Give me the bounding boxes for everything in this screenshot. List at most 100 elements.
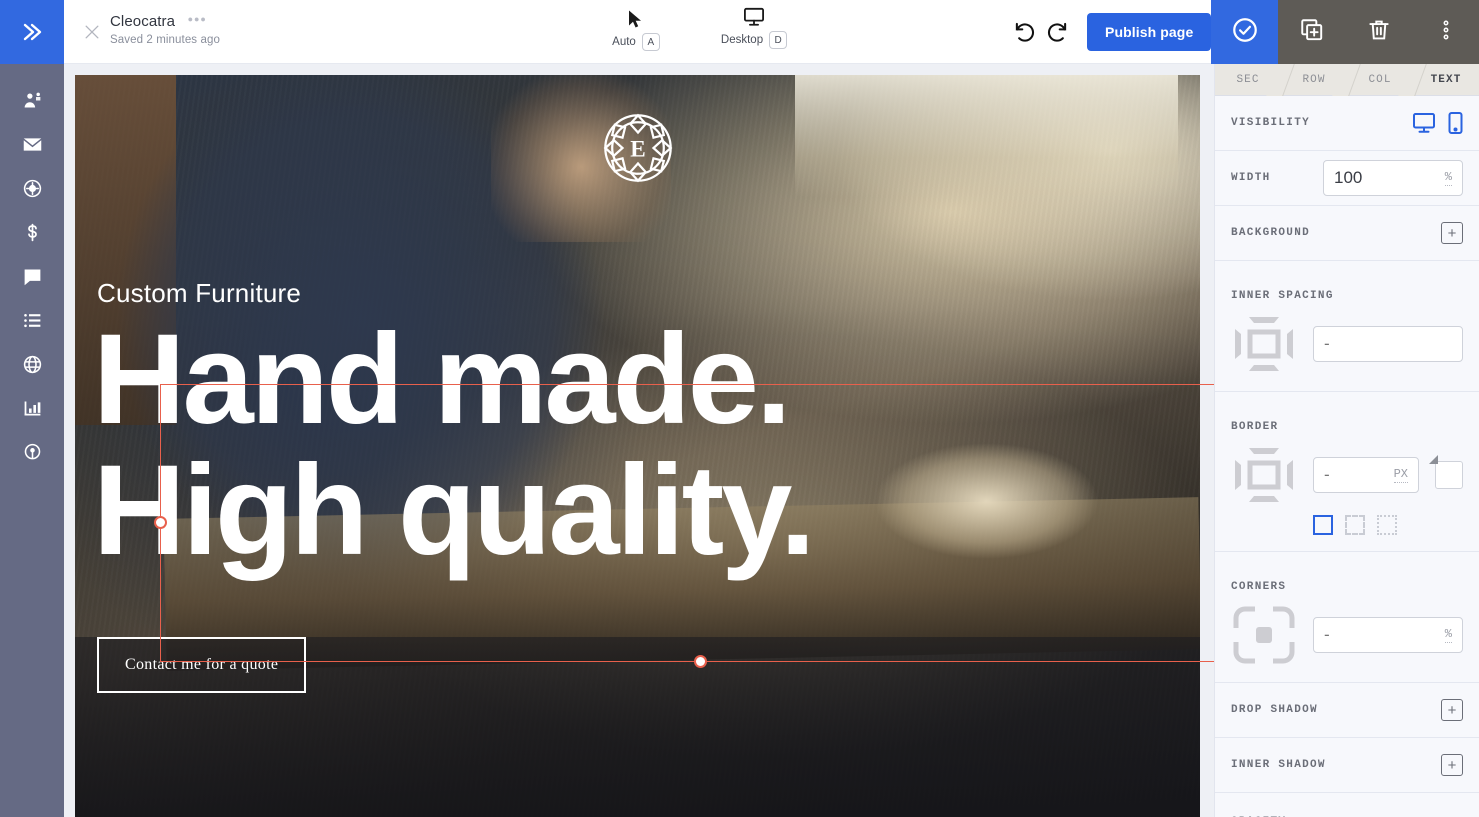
border-style-solid[interactable] bbox=[1313, 515, 1333, 535]
inner-shadow-label: INNER SHADOW bbox=[1231, 759, 1326, 771]
hero-cta-button[interactable]: Contact me for a quote bbox=[97, 637, 307, 693]
braided-circle-emblem-icon[interactable]: E bbox=[595, 105, 681, 191]
border-style-dotted[interactable] bbox=[1377, 515, 1397, 535]
inner-spacing-field[interactable] bbox=[1313, 326, 1463, 362]
corners-input[interactable] bbox=[1324, 625, 1439, 645]
duplicate-button[interactable] bbox=[1278, 0, 1345, 64]
hero-section[interactable]: E Custom Furniture Hand made. High quali… bbox=[75, 75, 1200, 817]
sidebar-item-deals[interactable] bbox=[0, 210, 64, 254]
border-width-field[interactable]: PX bbox=[1313, 457, 1419, 493]
sidebar-items bbox=[0, 64, 64, 474]
border-style-dashed[interactable] bbox=[1345, 515, 1365, 535]
auto-mode-label: Auto bbox=[612, 36, 636, 48]
inner-shadow-section: INNER SHADOW + bbox=[1215, 738, 1479, 793]
visibility-desktop-toggle[interactable] bbox=[1412, 112, 1436, 134]
envelope-icon bbox=[22, 134, 43, 155]
plus-icon: + bbox=[1447, 756, 1457, 774]
hero-headline-line-2: High quality. bbox=[93, 438, 816, 582]
publish-page-button[interactable]: Publish page bbox=[1087, 13, 1212, 51]
page-canvas[interactable]: E Custom Furniture Hand made. High quali… bbox=[64, 64, 1214, 817]
bar-chart-icon bbox=[22, 398, 43, 419]
breadcrumb: SEC ROW COL TEXT bbox=[1215, 64, 1479, 96]
border-width-input[interactable] bbox=[1324, 465, 1388, 485]
drop-shadow-label: DROP SHADOW bbox=[1231, 704, 1318, 716]
page-title-block: Cleocatra ●●● Saved 2 minutes ago bbox=[110, 13, 220, 46]
save-status: Saved 2 minutes ago bbox=[110, 34, 220, 46]
sidebar-item-lists[interactable] bbox=[0, 298, 64, 342]
border-label: BORDER bbox=[1231, 421, 1279, 433]
left-sidebar bbox=[0, 0, 64, 817]
border-color-swatch[interactable] bbox=[1435, 461, 1463, 489]
desktop-mode-label: Desktop bbox=[720, 34, 764, 46]
border-unit: PX bbox=[1393, 467, 1408, 483]
visibility-label: VISIBILITY bbox=[1231, 117, 1311, 129]
check-circle-icon bbox=[1231, 16, 1259, 49]
inner-spacing-box-icon[interactable] bbox=[1231, 313, 1297, 375]
emblem-letter: E bbox=[630, 137, 646, 163]
add-drop-shadow-button[interactable]: + bbox=[1441, 699, 1463, 721]
delete-button[interactable] bbox=[1345, 0, 1412, 64]
title-menu-icon[interactable]: ●●● bbox=[188, 14, 207, 24]
opacity-section: OPACITY bbox=[1215, 793, 1479, 817]
close-editor-button[interactable] bbox=[78, 18, 106, 46]
plus-icon: + bbox=[1447, 701, 1457, 719]
desktop-mode-toggle[interactable]: Desktop D bbox=[654, 6, 854, 49]
breadcrumb-sec[interactable]: SEC bbox=[1215, 64, 1281, 95]
add-inner-shadow-button[interactable]: + bbox=[1441, 754, 1463, 776]
border-box-icon[interactable] bbox=[1231, 444, 1297, 506]
sidebar-item-contacts[interactable] bbox=[0, 78, 64, 122]
sidebar-item-website[interactable] bbox=[0, 342, 64, 386]
inner-spacing-label: INNER SPACING bbox=[1231, 290, 1334, 302]
sidebar-item-ideas[interactable] bbox=[0, 430, 64, 474]
width-input[interactable] bbox=[1334, 168, 1439, 188]
lightbulb-icon bbox=[22, 442, 43, 463]
hero-headline[interactable]: Hand made. High quality. bbox=[93, 308, 1183, 582]
hero-bg-detail bbox=[795, 75, 1178, 197]
inner-spacing-input[interactable] bbox=[1324, 334, 1452, 354]
hero-headline-line-1: Hand made. bbox=[93, 308, 792, 451]
plus-icon: + bbox=[1447, 224, 1457, 242]
trash-icon bbox=[1366, 17, 1392, 48]
width-section: WIDTH % bbox=[1215, 151, 1479, 206]
list-icon bbox=[22, 310, 43, 331]
hero-eyebrow-text[interactable]: Custom Furniture bbox=[97, 278, 301, 309]
corners-box-icon[interactable] bbox=[1231, 604, 1297, 666]
visibility-section: VISIBILITY bbox=[1215, 96, 1479, 151]
dollar-icon bbox=[22, 222, 43, 243]
background-section: BACKGROUND + bbox=[1215, 206, 1479, 261]
width-field[interactable]: % bbox=[1323, 160, 1463, 196]
app-logo[interactable] bbox=[0, 0, 64, 64]
contacts-icon bbox=[22, 90, 43, 111]
visibility-mobile-toggle[interactable] bbox=[1448, 112, 1463, 134]
inner-spacing-section: INNER SPACING bbox=[1215, 261, 1479, 392]
width-unit[interactable]: % bbox=[1444, 170, 1452, 186]
border-style-options bbox=[1313, 515, 1463, 535]
drop-shadow-section: DROP SHADOW + bbox=[1215, 683, 1479, 738]
redo-button[interactable] bbox=[1044, 18, 1072, 46]
vertical-dots-icon bbox=[1443, 18, 1449, 47]
element-action-bar bbox=[1211, 0, 1479, 64]
desktop-mode-shortcut: D bbox=[769, 31, 788, 49]
sidebar-item-reports[interactable] bbox=[0, 386, 64, 430]
more-options-button[interactable] bbox=[1412, 0, 1479, 64]
app-root: Cleocatra ●●● Saved 2 minutes ago Auto A… bbox=[0, 0, 1479, 817]
sidebar-item-conversations[interactable] bbox=[0, 254, 64, 298]
sidebar-item-campaigns[interactable] bbox=[0, 122, 64, 166]
sidebar-item-automations[interactable] bbox=[0, 166, 64, 210]
corners-field[interactable]: % bbox=[1313, 617, 1463, 653]
undo-button[interactable] bbox=[1012, 18, 1040, 46]
corners-label: CORNERS bbox=[1231, 581, 1287, 593]
confirm-check-button[interactable] bbox=[1211, 0, 1278, 64]
style-settings-panel: SEC ROW COL TEXT VISIBILITY WIDTH 100 % … bbox=[1214, 64, 1479, 817]
duplicate-icon bbox=[1299, 17, 1325, 48]
monitor-icon bbox=[654, 6, 854, 28]
globe-icon bbox=[22, 354, 43, 375]
border-section: BORDER PX bbox=[1215, 392, 1479, 552]
automation-gear-icon bbox=[22, 178, 43, 199]
corners-unit[interactable]: % bbox=[1444, 627, 1452, 643]
add-background-button[interactable]: + bbox=[1441, 222, 1463, 244]
width-label: WIDTH bbox=[1231, 172, 1271, 184]
chat-bubble-icon bbox=[22, 266, 43, 287]
background-label: BACKGROUND bbox=[1231, 227, 1311, 239]
corners-section: CORNERS % bbox=[1215, 552, 1479, 683]
